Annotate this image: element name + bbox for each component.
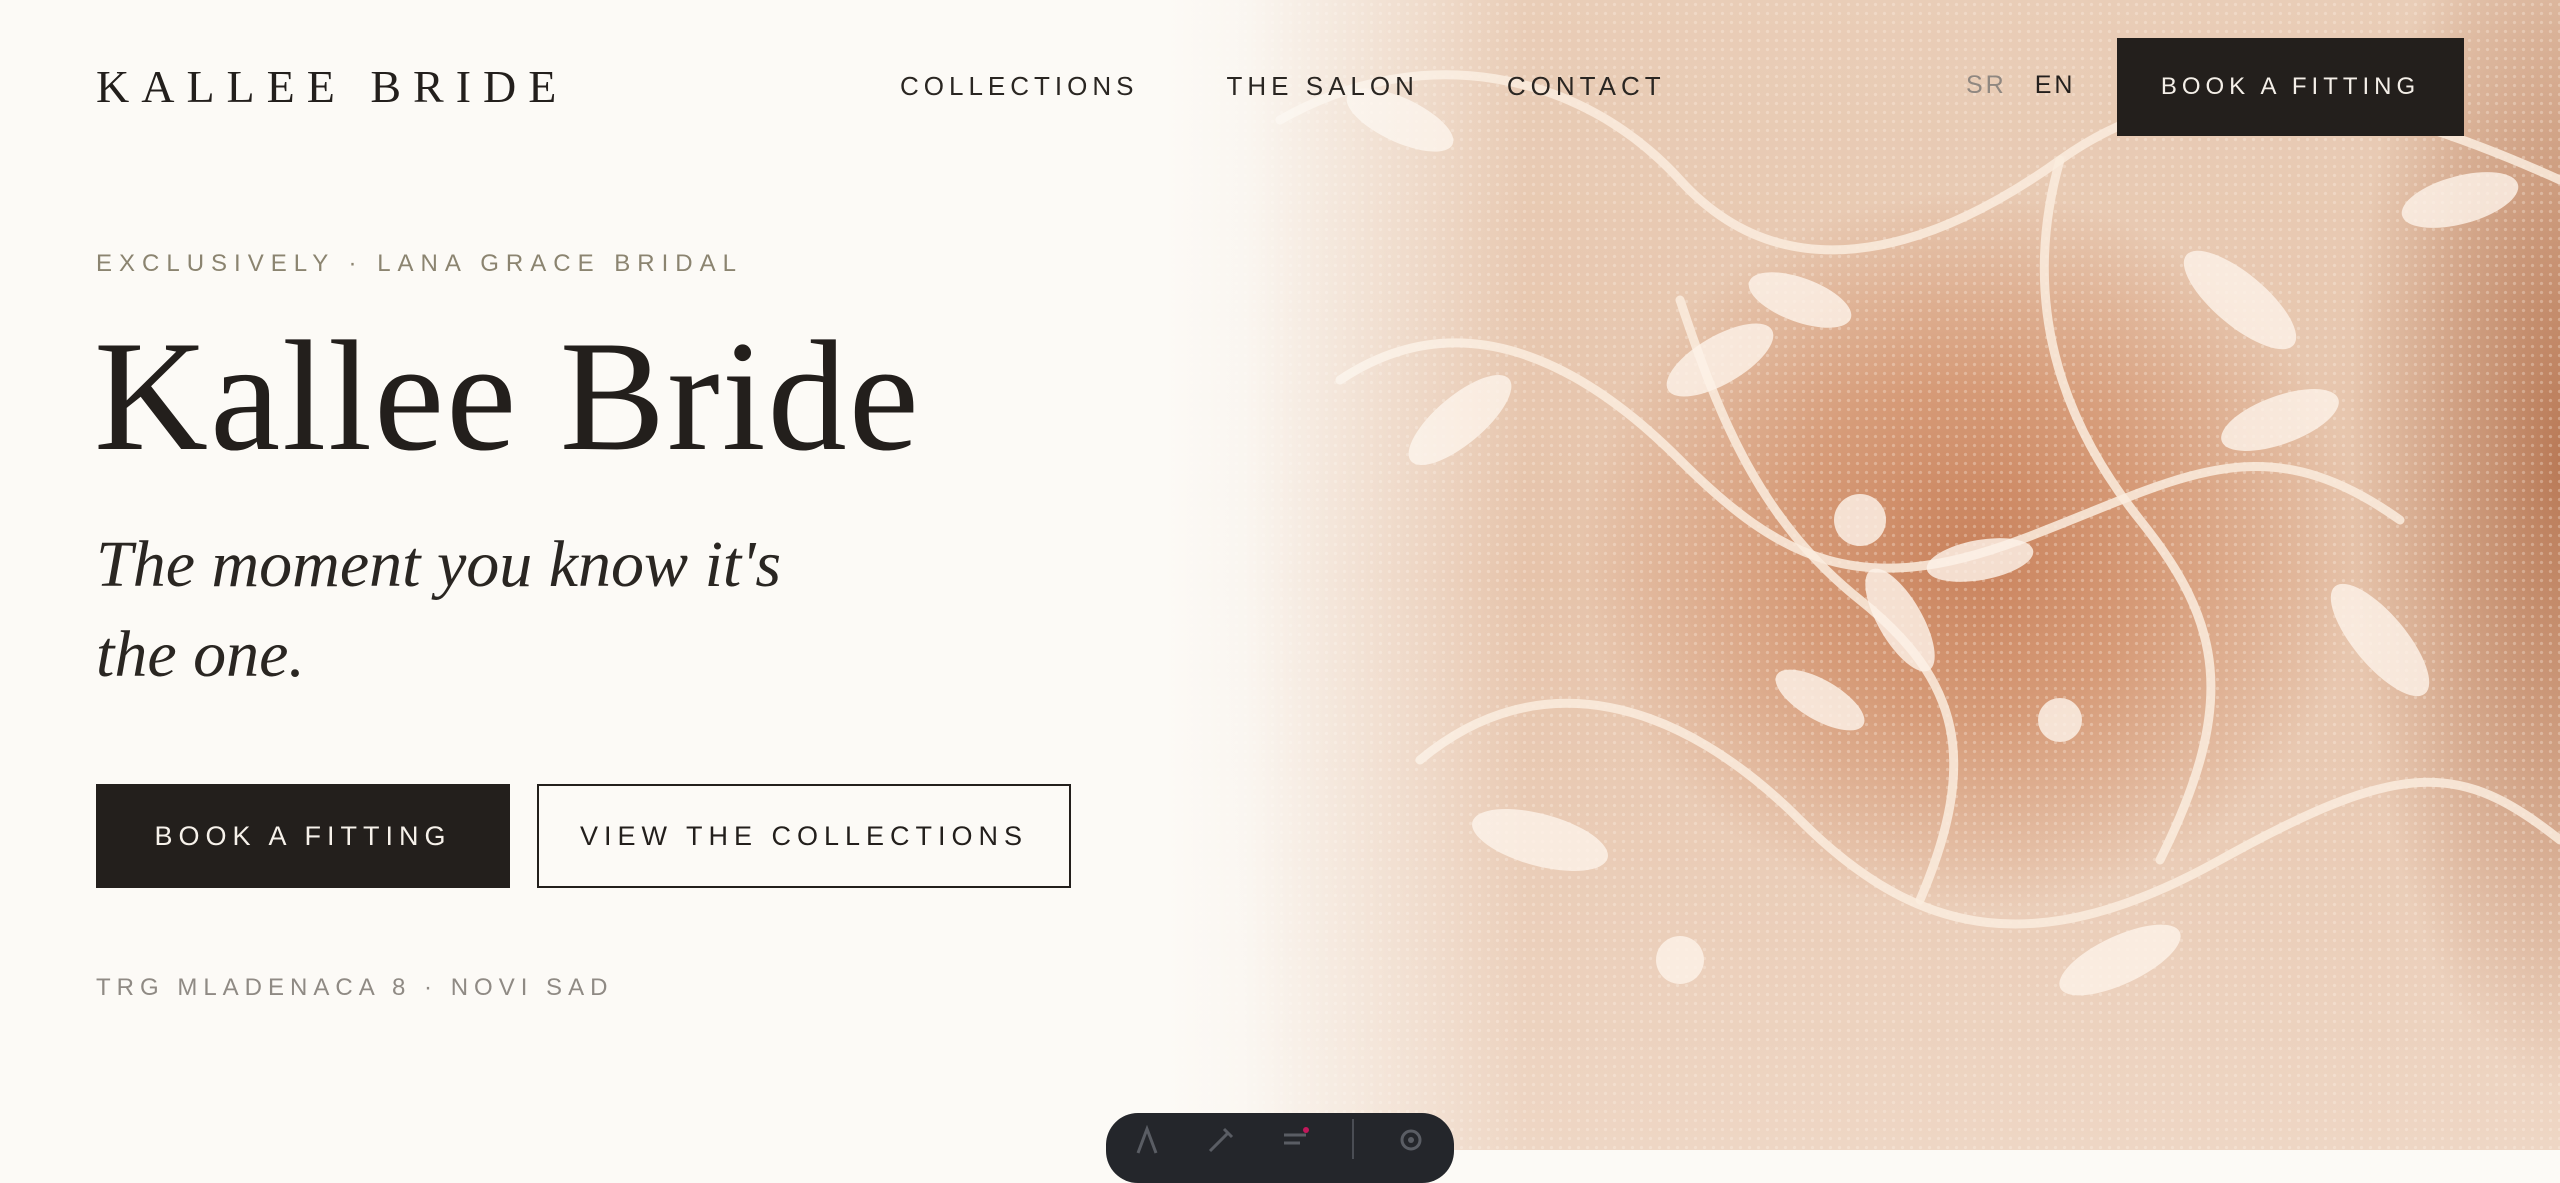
salon-address: TRG MLADENACA 8 · NOVI SAD xyxy=(96,974,614,1001)
header-book-fitting-button[interactable]: BOOK A FITTING xyxy=(2117,38,2464,136)
lang-en[interactable]: EN xyxy=(2035,71,2076,100)
toolbar-divider xyxy=(1352,1119,1354,1159)
brand-logo[interactable]: KALLEE BRIDE xyxy=(96,60,568,113)
text-tool-icon[interactable] xyxy=(1130,1123,1164,1157)
tagline-line-1: The moment you know it's xyxy=(96,528,782,601)
hero-eyebrow: EXCLUSIVELY · LANA GRACE BRIDAL xyxy=(96,250,743,277)
nav-collections[interactable]: COLLECTIONS xyxy=(900,71,1139,102)
hero-lace-image xyxy=(1160,0,2560,1150)
image-fade-overlay xyxy=(1160,0,2560,1150)
lang-sr[interactable]: SR xyxy=(1966,71,2007,100)
language-switcher: SR EN xyxy=(1966,71,2075,100)
tagline-line-2: the one. xyxy=(96,618,305,691)
list-tool-icon[interactable] xyxy=(1278,1123,1312,1157)
book-fitting-button[interactable]: BOOK A FITTING xyxy=(96,784,510,888)
nav-the-salon[interactable]: THE SALON xyxy=(1227,71,1419,102)
view-collections-button[interactable]: VIEW THE COLLECTIONS xyxy=(537,784,1071,888)
hero-tagline: The moment you know it's the one. xyxy=(96,520,796,700)
main-nav: COLLECTIONS THE SALON CONTACT xyxy=(900,71,1666,102)
floating-toolbar xyxy=(1106,1113,1454,1183)
nav-contact[interactable]: CONTACT xyxy=(1507,71,1666,102)
pen-tool-icon[interactable] xyxy=(1204,1123,1238,1157)
settings-icon[interactable] xyxy=(1394,1123,1428,1157)
hero-title: Kallee Bride xyxy=(94,309,921,484)
